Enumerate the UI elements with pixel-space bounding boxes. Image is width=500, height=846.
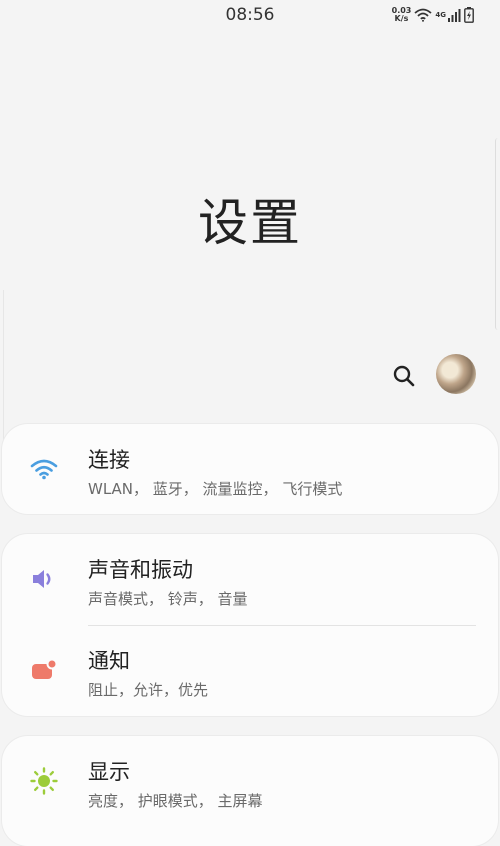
search-button[interactable] bbox=[388, 360, 420, 392]
settings-card-sound-notifications: 声音和振动 声音模式， 铃声， 音量 通知 阻止，允许，优先 bbox=[2, 534, 498, 716]
settings-item-subtitle: 声音模式， 铃声， 音量 bbox=[88, 590, 248, 608]
settings-card-connections: 连接 WLAN， 蓝牙， 流量监控， 飞行模式 bbox=[2, 424, 498, 514]
settings-item-title: 通知 bbox=[88, 649, 130, 673]
wifi-icon bbox=[30, 455, 58, 483]
settings-item-subtitle: 阻止，允许，优先 bbox=[88, 681, 209, 699]
settings-item-subtitle: WLAN， 蓝牙， 流量监控， 飞行模式 bbox=[88, 480, 343, 498]
network-speed: 0.03 K/s bbox=[392, 7, 412, 23]
settings-item-title: 显示 bbox=[88, 760, 130, 784]
settings-item-connections[interactable]: 连接 WLAN， 蓝牙， 流量监控， 飞行模式 bbox=[2, 424, 498, 514]
left-edge-line bbox=[0, 290, 4, 440]
settings-item-title: 连接 bbox=[88, 448, 130, 472]
network-speed-unit: K/s bbox=[394, 14, 409, 23]
search-icon bbox=[393, 365, 415, 387]
signal-icon bbox=[448, 9, 461, 22]
page-title: 设置 bbox=[198, 194, 302, 252]
settings-item-subtitle: 亮度， 护眼模式， 主屏幕 bbox=[88, 792, 263, 810]
notification-icon bbox=[30, 656, 58, 684]
settings-item-sound[interactable]: 声音和振动 声音模式， 铃声， 音量 bbox=[2, 534, 498, 625]
status-bar: 08:56 0.03 K/s 4G bbox=[0, 0, 500, 30]
settings-item-notifications[interactable]: 通知 阻止，允许，优先 bbox=[2, 625, 498, 716]
settings-card-display: 显示 亮度， 护眼模式， 主屏幕 bbox=[2, 736, 498, 846]
wifi-status-icon bbox=[414, 8, 432, 22]
account-avatar[interactable] bbox=[436, 354, 476, 394]
settings-item-display[interactable]: 显示 亮度， 护眼模式， 主屏幕 bbox=[2, 736, 498, 826]
brightness-icon bbox=[30, 767, 58, 795]
settings-item-title: 声音和振动 bbox=[88, 558, 193, 582]
speaker-icon bbox=[30, 565, 58, 593]
network-type-label: 4G bbox=[435, 11, 446, 19]
battery-charging-icon bbox=[464, 7, 474, 23]
status-icons: 0.03 K/s 4G bbox=[392, 4, 474, 26]
